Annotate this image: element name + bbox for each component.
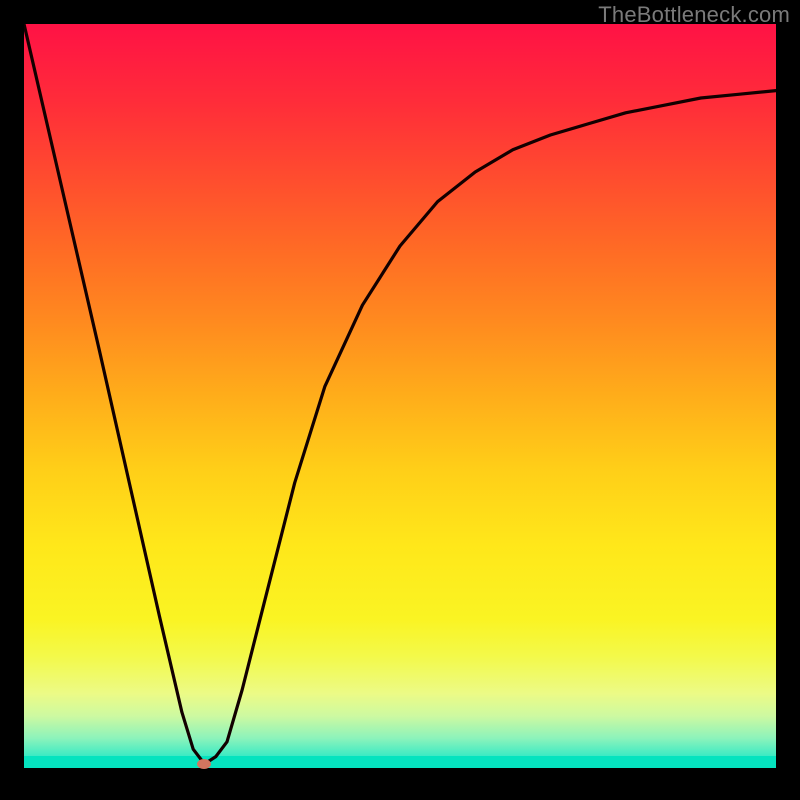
watermark-text: TheBottleneck.com	[598, 2, 790, 28]
bottleneck-curve	[24, 24, 776, 776]
chart-plot-area	[24, 24, 776, 776]
